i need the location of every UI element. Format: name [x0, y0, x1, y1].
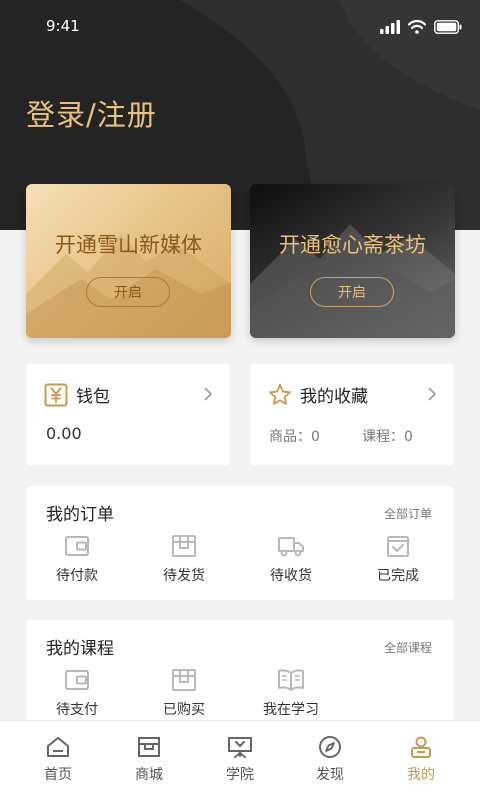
user-icon: [411, 736, 431, 758]
section-title: 我的课程: [46, 639, 114, 659]
vip-card-title: 开通雪山新媒体: [55, 233, 202, 257]
chevron-right-icon: [428, 387, 436, 401]
tab-discover[interactable]: 发现: [295, 735, 365, 784]
compass-icon: [319, 736, 341, 758]
truck-icon: [278, 537, 304, 557]
login-register-link[interactable]: 登录/注册: [26, 92, 157, 134]
order-completed[interactable]: 已完成: [358, 534, 438, 585]
status-bar: 9:41: [0, 0, 480, 54]
status-icons: [380, 17, 462, 37]
wallet-icon: [65, 536, 89, 556]
course-item-label: 我在学习: [263, 702, 319, 718]
favorites-card[interactable]: 我的收藏 商品：0 课程：0: [250, 364, 454, 465]
my-orders-section: 我的订单 全部订单 待付款 待发货 待收货 已完成: [26, 486, 454, 600]
all-courses-link[interactable]: 全部课程: [384, 639, 432, 656]
status-time: 9:41: [46, 17, 80, 35]
favorites-label: 我的收藏: [300, 387, 368, 407]
order-item-label: 已完成: [377, 568, 419, 584]
favorites-header: 我的收藏: [268, 382, 368, 407]
tab-home[interactable]: 首页: [23, 735, 93, 784]
order-item-label: 待收货: [270, 568, 312, 584]
tab-label: 首页: [44, 767, 72, 783]
battery-icon: [434, 20, 462, 34]
yuan-icon: [44, 383, 68, 406]
open-button[interactable]: 开启: [310, 277, 394, 307]
tab-shop[interactable]: 商城: [114, 735, 184, 784]
vip-card-tea-house[interactable]: 开通愈心斋茶坊 开启: [250, 184, 455, 338]
vip-card-snow-mountain[interactable]: 开通雪山新媒体 开启: [26, 184, 231, 338]
tab-academy[interactable]: 学院: [205, 735, 275, 784]
tab-label: 学院: [226, 767, 254, 783]
my-courses-section: 我的课程 全部课程 待支付 已购买 我在学习: [26, 620, 454, 730]
favorite-courses-count: 课程：0: [362, 429, 413, 445]
order-pending-payment[interactable]: 待付款: [37, 534, 117, 585]
wallet-card[interactable]: 钱包 0.00: [26, 364, 230, 465]
wifi-icon: [408, 20, 426, 34]
course-purchased[interactable]: 已购买: [144, 668, 224, 719]
bottom-tab-bar: 首页 商城 学院 发现 我的: [0, 720, 480, 800]
tab-label: 商城: [135, 767, 163, 783]
course-studying[interactable]: 我在学习: [251, 668, 331, 719]
mountain-decoration: [26, 234, 231, 338]
vip-card-title: 开通愈心斋茶坊: [279, 233, 426, 257]
lecture-icon: [228, 737, 252, 758]
tab-label: 我的: [407, 767, 435, 783]
tab-label: 发现: [316, 767, 344, 783]
order-item-label: 待付款: [56, 568, 98, 584]
order-item-label: 待发货: [163, 568, 205, 584]
wallet-balance: 0.00: [46, 424, 82, 443]
course-item-label: 已购买: [163, 702, 205, 718]
order-pending-shipment[interactable]: 待发货: [144, 534, 224, 585]
course-pending-payment[interactable]: 待支付: [37, 668, 117, 719]
wallet-label: 钱包: [76, 387, 110, 407]
course-item-label: 待支付: [56, 702, 98, 718]
mountain-decoration: [250, 224, 455, 338]
section-title: 我的订单: [46, 505, 114, 525]
tab-mine[interactable]: 我的: [386, 735, 456, 784]
signal-icon: [380, 20, 400, 34]
chevron-right-icon: [204, 387, 212, 401]
package-icon: [172, 669, 196, 691]
star-icon: [269, 383, 291, 405]
open-button[interactable]: 开启: [86, 277, 170, 307]
package-icon: [172, 535, 196, 557]
favorite-goods-count: 商品：0: [269, 429, 320, 445]
check-box-icon: [387, 536, 409, 557]
all-orders-link[interactable]: 全部订单: [384, 505, 432, 522]
wallet-icon: [65, 670, 89, 690]
book-icon: [278, 669, 304, 691]
shop-icon: [138, 737, 160, 757]
home-icon: [47, 737, 69, 757]
wallet-header: 钱包: [44, 382, 110, 407]
order-pending-receipt[interactable]: 待收货: [251, 534, 331, 585]
